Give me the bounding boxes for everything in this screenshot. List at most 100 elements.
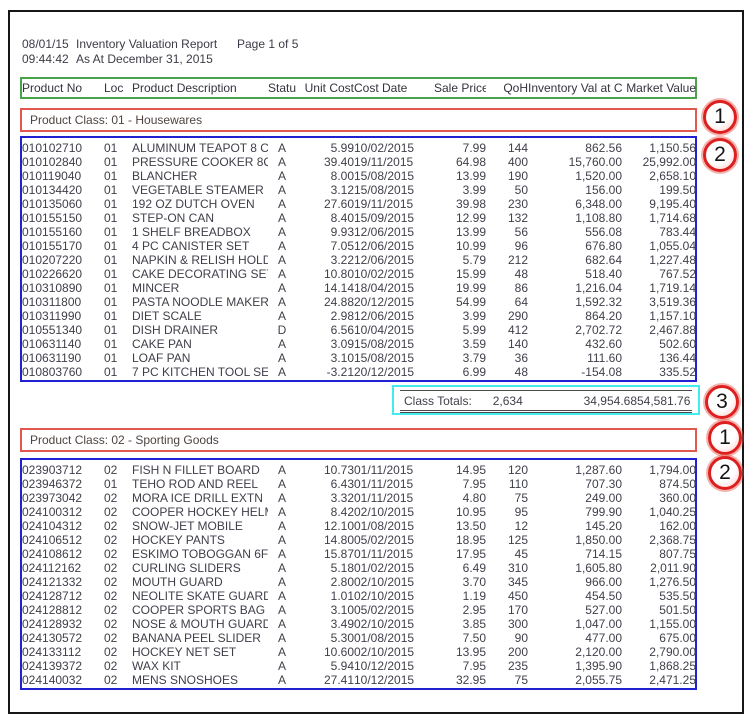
cell: 111.60 — [528, 351, 622, 365]
callout-2-data-table-2: 2 — [708, 456, 742, 490]
cell: 01 — [104, 267, 132, 281]
cell: 230 — [486, 197, 528, 211]
col-product-description: Product Description — [132, 81, 268, 95]
cell: 527.00 — [528, 603, 622, 617]
cell: 10.73 — [296, 463, 354, 477]
cell: 75 — [486, 491, 528, 505]
cell: A — [268, 617, 296, 631]
cell: 64.98 — [434, 155, 486, 169]
cell: A — [268, 281, 296, 295]
cell: 01 — [104, 253, 132, 267]
cell: 02 — [104, 505, 132, 519]
cell: 024108612 — [22, 547, 104, 561]
cell: 024121332 — [22, 575, 104, 589]
cell: 3.22 — [296, 253, 354, 267]
cell: 010155150 — [22, 211, 104, 225]
cell: 7.99 — [434, 141, 486, 155]
table-row: 02413057202BANANA PEEL SLIDERA5.3001/08/… — [22, 631, 696, 645]
table-row: 02412871202NEOLITE SKATE GUARDSA1.0102/1… — [22, 589, 696, 603]
cell: 1,040.25 — [622, 505, 696, 519]
cell: 345 — [486, 575, 528, 589]
table-row: 01031089001MINCERA14.1418/04/201519.9986… — [22, 281, 696, 295]
cell: 8.40 — [296, 211, 354, 225]
cell: CURLING SLIDERS — [132, 561, 268, 575]
cell: 3.70 — [434, 575, 486, 589]
cell: 5.18 — [296, 561, 354, 575]
cell: 01/11/2015 — [354, 491, 434, 505]
cell: 36 — [486, 351, 528, 365]
cell: 310 — [486, 561, 528, 575]
page-indicator: Page 1 of 5 — [237, 37, 298, 51]
report-title: Inventory Valuation Report — [76, 37, 217, 51]
cell: 01 — [104, 225, 132, 239]
cell: A — [268, 561, 296, 575]
cell: 02/10/2015 — [354, 589, 434, 603]
cell: 12.10 — [296, 519, 354, 533]
cell: 400 — [486, 155, 528, 169]
column-header-row: Product No Loc Product Description Statu… — [22, 81, 696, 95]
cell: 3.99 — [434, 309, 486, 323]
cell: 48 — [486, 365, 528, 379]
cell: 1.19 — [434, 589, 486, 603]
cell: 9,195.40 — [622, 197, 696, 211]
table-row: 02410031202COOPER HOCKEY HELMETA8.4202/1… — [22, 505, 696, 519]
table-row: 01020722001NAPKIN & RELISH HOLDERA3.2212… — [22, 253, 696, 267]
cell: 02 — [104, 645, 132, 659]
cell: 10/02/2015 — [354, 267, 434, 281]
cell: 2.95 — [434, 603, 486, 617]
table-row: 010155160011 SHELF BREADBOXA9.9312/06/20… — [22, 225, 696, 239]
table-row: 02412881202COOPER SPORTS BAGA3.1005/02/2… — [22, 603, 696, 617]
col-product-no: Product No — [22, 81, 104, 95]
table-row: 02410651202HOCKEY PANTSA14.8005/02/20151… — [22, 533, 696, 547]
cell: 199.50 — [622, 183, 696, 197]
cell: 27.41 — [296, 673, 354, 687]
cell: 50 — [486, 183, 528, 197]
cell: A — [268, 659, 296, 673]
cell: 2,011.90 — [622, 561, 696, 575]
cell: MINCER — [132, 281, 268, 295]
cell: 120 — [486, 463, 528, 477]
cell: 1,155.00 — [622, 617, 696, 631]
cell: 02 — [104, 617, 132, 631]
cell: 96 — [486, 239, 528, 253]
cell: 714.15 — [528, 547, 622, 561]
cell: 10/02/2015 — [354, 141, 434, 155]
cell: D — [268, 323, 296, 337]
cell: 54.99 — [434, 295, 486, 309]
cell: 335.52 — [622, 365, 696, 379]
cell: A — [268, 155, 296, 169]
cell: 19.99 — [434, 281, 486, 295]
cell: 010134420 — [22, 183, 104, 197]
cell: 1 SHELF BREADBOX — [132, 225, 268, 239]
cell: 144 — [486, 141, 528, 155]
table-row: 02413937202WAX KITA5.9410/12/20157.95235… — [22, 659, 696, 673]
cell: PASTA NOODLE MAKER — [132, 295, 268, 309]
cell: A — [268, 673, 296, 687]
cell: 518.40 — [528, 267, 622, 281]
cell: CAKE DECORATING SET — [132, 267, 268, 281]
col-unit-cost: Unit Cost — [296, 81, 354, 95]
cell: 235 — [486, 659, 528, 673]
cell: 01 — [104, 323, 132, 337]
cell: 10/12/2015 — [354, 659, 434, 673]
table-row: 010803760017 PC KITCHEN TOOL SETA-3.2120… — [22, 365, 696, 379]
cell: 675.00 — [622, 631, 696, 645]
cell: 15/08/2015 — [354, 183, 434, 197]
class-totals-market-value: 54,581.76 — [637, 394, 692, 408]
table-row: 02394637201TEHO ROD AND REELA6.4301/11/2… — [22, 477, 696, 491]
column-header-box: Product No Loc Product Description Statu… — [20, 77, 697, 99]
cell: 432.60 — [528, 337, 622, 351]
cell: 1,276.50 — [622, 575, 696, 589]
table-row: 01010284001PRESSURE COOKER 8QTA39.4019/1… — [22, 155, 696, 169]
cell: 1,047.00 — [528, 617, 622, 631]
class-totals-inventory-val: 34,954.68 — [523, 394, 637, 408]
data-table-sporting-goods: 02390371202FISH N FILLET BOARDA10.7301/1… — [22, 463, 696, 687]
cell: 010155170 — [22, 239, 104, 253]
cell: A — [268, 267, 296, 281]
cell: 024128712 — [22, 589, 104, 603]
report-subtitle: As At December 31, 2015 — [76, 52, 213, 66]
cell: 1,719.14 — [622, 281, 696, 295]
cell: 2,055.75 — [528, 673, 622, 687]
cell: -154.08 — [528, 365, 622, 379]
cell: A — [268, 463, 296, 477]
